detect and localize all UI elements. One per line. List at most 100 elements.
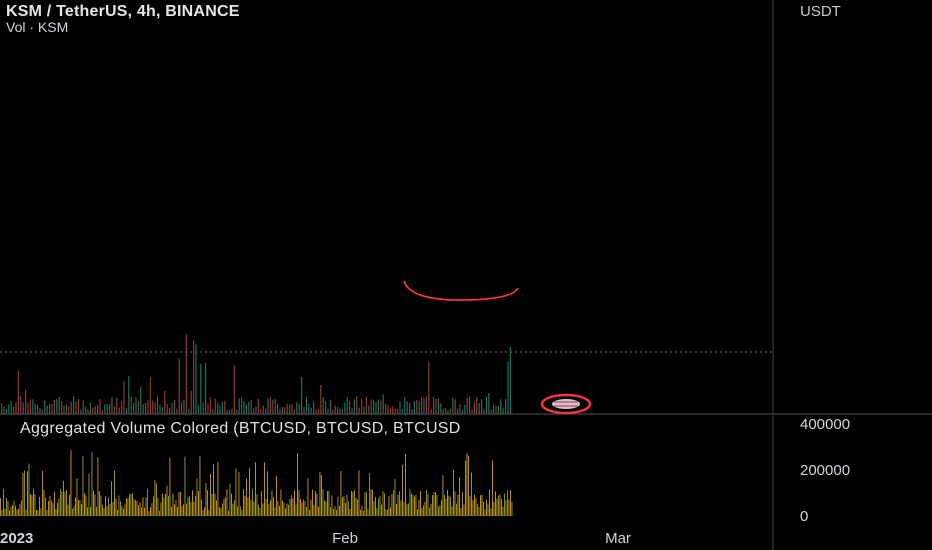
aggregated-volume-bar (498, 495, 499, 516)
aggregated-volume-bar (447, 489, 448, 516)
aggregated-volume-bar (213, 464, 214, 516)
aggregated-volume-bar (217, 461, 219, 516)
aggregated-volume-bar (174, 504, 175, 516)
volume-bar (418, 400, 420, 414)
aggregated-volume-bar (189, 496, 190, 516)
aggregated-volume-bar (312, 489, 313, 516)
volume-bar (171, 402, 173, 414)
aggregated-volume-bar (198, 491, 199, 516)
volume-bar (123, 381, 125, 414)
volume-bar (229, 409, 231, 414)
volume-bar (488, 393, 490, 414)
aggregated-volume-bar (462, 492, 463, 516)
volume-bar (389, 407, 391, 414)
volume-bar (135, 397, 137, 414)
volume-bar (298, 403, 300, 414)
aggregated-volume-bar (144, 507, 145, 516)
volume-bar (315, 408, 317, 414)
volume-bar (421, 397, 423, 414)
aggregated-volume-bar (303, 499, 304, 516)
volume-bar (320, 385, 322, 414)
aggregated-volume-bar (0, 498, 1, 516)
aggregated-volume-bar (261, 491, 262, 516)
aggregated-volume-bar (10, 506, 12, 516)
aggregated-volume-bar (472, 500, 474, 516)
aggregated-volume-bar (366, 491, 367, 516)
aggregated-volume-bar (354, 489, 355, 516)
aggregated-volume-bar (121, 506, 123, 516)
volume-bar (106, 404, 108, 414)
volume-bar (125, 408, 127, 414)
volume-bar (63, 405, 65, 414)
volume-bar (310, 407, 312, 414)
price-chart[interactable]: 68.0064.0060.0056.0052.0048.0044.0040.00… (0, 0, 932, 550)
aggregated-volume-bar (111, 481, 112, 516)
volume-bar (176, 408, 178, 414)
aggregated-volume-bar (132, 492, 133, 516)
aggregated-volume-bar (295, 504, 297, 516)
aggregated-volume-bar (325, 501, 327, 516)
aggregated-volume-bar (342, 497, 343, 516)
aggregated-volume-bar (294, 490, 295, 516)
aggregated-volume-bar (175, 500, 177, 516)
volume-bar (392, 406, 394, 414)
aggregated-volume-bar (6, 497, 7, 516)
aggregated-volume-bar (279, 505, 280, 516)
volume-bar (286, 403, 288, 414)
volume-bar (149, 377, 151, 414)
volume-bar (233, 365, 235, 414)
volume-bar (29, 399, 31, 414)
volume-bar (118, 407, 120, 414)
aggregated-volume-bar (202, 509, 204, 516)
aggregated-volume-bar (412, 495, 414, 516)
aggregated-volume-bar (384, 493, 385, 516)
aggregated-volume-bar (309, 509, 310, 516)
aggregated-volume-bar (63, 480, 64, 516)
aggregated-volume-bar (360, 509, 361, 516)
volume-bar (435, 398, 437, 414)
aggregated-volume-bar (64, 491, 66, 516)
volume-bar (99, 398, 101, 414)
aggregated-volume-bar (138, 505, 139, 516)
aggregated-volume-bar (499, 494, 501, 516)
volume-bar (327, 408, 329, 414)
aggregated-volume-bar (327, 491, 328, 516)
aggregated-volume-bar (478, 507, 480, 516)
aggregated-volume-bar (376, 507, 378, 516)
volume-bar (130, 396, 132, 414)
aggregated-volume-bar (169, 457, 171, 516)
aggregated-volume-bar (156, 483, 157, 516)
volume-bar (370, 399, 372, 414)
aggregated-volume-bar (276, 475, 277, 516)
volume-bar (193, 340, 195, 414)
volume-bar (140, 386, 142, 414)
aggregated-volume-bar (310, 499, 312, 516)
aggregated-volume-bar (444, 494, 445, 516)
volume-bar (250, 400, 252, 414)
aggregated-volume-bar (87, 507, 88, 516)
volume-bar (267, 398, 269, 414)
aggregated-volume-bar (135, 500, 136, 516)
aggregated-volume-bar (145, 497, 147, 516)
aggregated-volume-bar (297, 453, 298, 516)
volume-bar (473, 401, 475, 414)
aggregated-volume-bar (57, 502, 58, 516)
aggregated-volume-bar (136, 500, 138, 516)
aggregated-volume-bar (219, 507, 220, 516)
aggregated-volume-bar (108, 497, 109, 516)
volume-bar (37, 404, 39, 414)
aggregated-volume-bar (415, 495, 417, 516)
aggregated-volume-bar (193, 501, 195, 516)
aggregated-volume-bar (243, 489, 244, 516)
aggregated-volume-bar (82, 455, 84, 516)
aggregated-volume-bar (400, 500, 402, 516)
volume-bar (500, 399, 502, 414)
aggregated-volume-bar (118, 495, 120, 516)
aggregated-volume-bar (163, 497, 165, 516)
aggregated-volume-bar (382, 491, 384, 516)
aggregated-volume-bar (37, 510, 39, 516)
aggregated-volume-bar (388, 496, 390, 516)
volume-bar (147, 399, 149, 414)
aggregated-volume-bar (204, 507, 205, 516)
aggregated-volume-bar (102, 504, 103, 516)
